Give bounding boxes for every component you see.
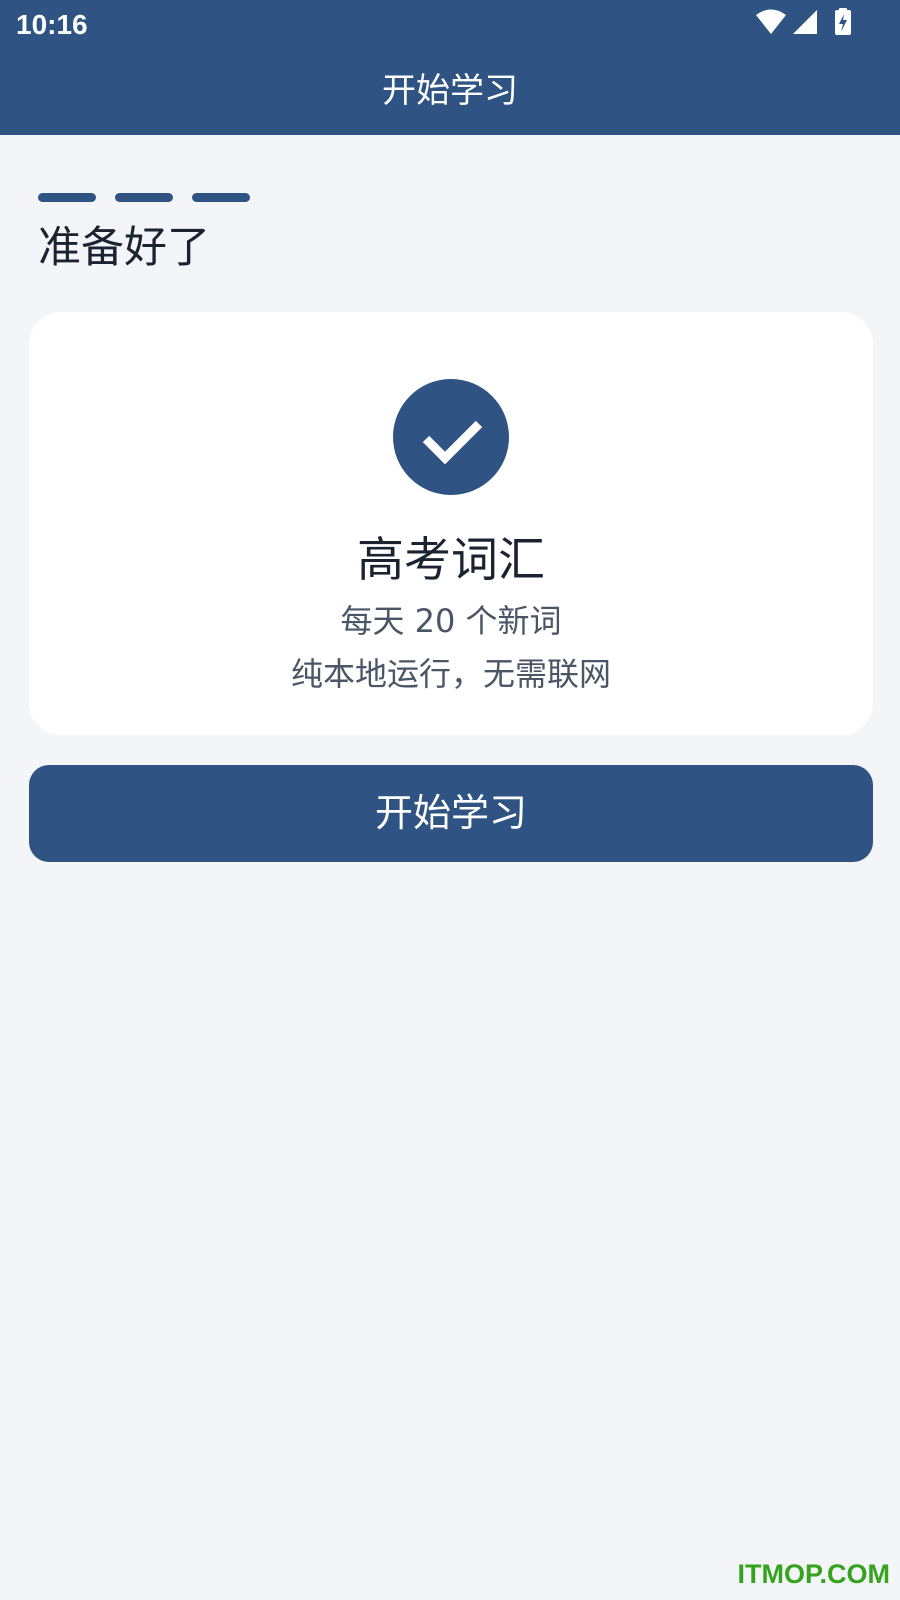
page-title: 准备好了 (38, 223, 210, 273)
step-1-indicator (38, 193, 96, 202)
step-indicator (38, 193, 250, 202)
step-3-indicator (192, 193, 250, 202)
status-time: 10:16 (16, 9, 88, 40)
summary-card: 高考词汇 每天 20 个新词 纯本地运行，无需联网 (29, 312, 873, 735)
daily-goal-text: 每天 20 个新词 (340, 602, 562, 640)
step-2-indicator (115, 193, 173, 202)
wifi-icon (756, 9, 786, 39)
start-learning-button[interactable]: 开始学习 (29, 765, 873, 862)
wordbook-title: 高考词汇 (357, 533, 545, 588)
checkmark-icon (393, 379, 509, 495)
offline-note: 纯本地运行，无需联网 (290, 655, 611, 693)
app-title: 开始学习 (382, 71, 518, 111)
battery-charging-icon (834, 8, 852, 40)
app-bar: 10:16 开始学习 (0, 0, 900, 135)
cell-signal-icon (792, 9, 818, 39)
status-icons (756, 8, 852, 40)
watermark: ITMOP.COM (737, 1559, 890, 1589)
